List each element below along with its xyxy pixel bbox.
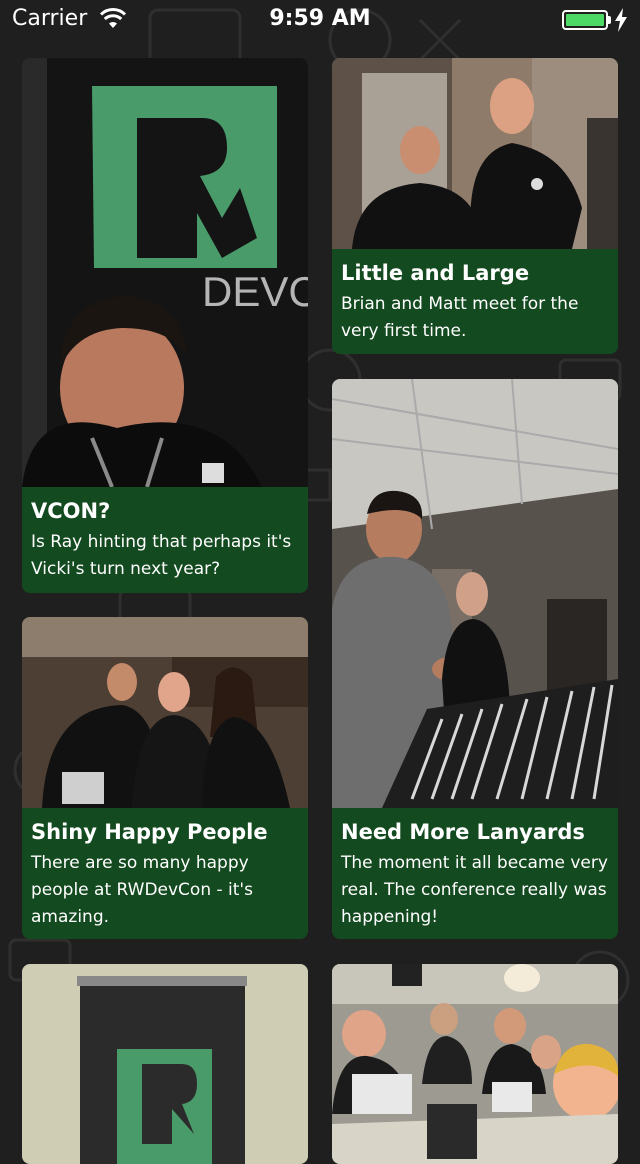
card-title: Need More Lanyards	[341, 820, 585, 844]
battery-level	[566, 14, 604, 26]
card-caption: Little and Large Brian and Matt meet for…	[332, 249, 618, 354]
card-caption: Need More Lanyards The moment it all bec…	[332, 808, 618, 939]
photo-card-banner[interactable]	[22, 964, 308, 1164]
card-photo	[332, 379, 618, 808]
card-title: Little and Large	[341, 261, 530, 285]
card-description: There are so many happy people at RWDevC…	[31, 853, 253, 927]
battery-tip	[608, 16, 611, 24]
photo-card-shiny-happy-people[interactable]: Shiny Happy People There are so many hap…	[22, 617, 308, 939]
status-bar: Carrier 9:59 AM	[0, 0, 640, 40]
card-caption: VCON? Is Ray hinting that perhaps it's V…	[22, 487, 308, 593]
card-photo: DEVCON	[22, 58, 308, 487]
photo-card-vcon[interactable]: DEVCON VCON? Is Ray hinting that perhaps…	[22, 58, 308, 593]
battery-icon	[562, 10, 608, 30]
photo-card-little-and-large[interactable]: Little and Large Brian and Matt meet for…	[332, 58, 618, 354]
card-description: The moment it all became very real. The …	[341, 853, 608, 927]
card-photo	[332, 964, 618, 1164]
photo-card-team[interactable]	[332, 964, 618, 1164]
clock: 9:59 AM	[269, 6, 371, 31]
card-title: VCON?	[31, 499, 111, 523]
photo-card-need-more-lanyards[interactable]: Need More Lanyards The moment it all bec…	[332, 379, 618, 939]
card-caption: Shiny Happy People There are so many hap…	[22, 808, 308, 939]
bolt-icon	[615, 8, 627, 32]
banner-text: DEVCON	[202, 268, 308, 315]
card-photo	[332, 58, 618, 249]
card-title: Shiny Happy People	[31, 820, 268, 844]
card-photo	[22, 964, 308, 1164]
card-description: Is Ray hinting that perhaps it's Vicki's…	[31, 532, 292, 579]
card-description: Brian and Matt meet for the very first t…	[341, 294, 579, 341]
card-photo	[22, 617, 308, 808]
